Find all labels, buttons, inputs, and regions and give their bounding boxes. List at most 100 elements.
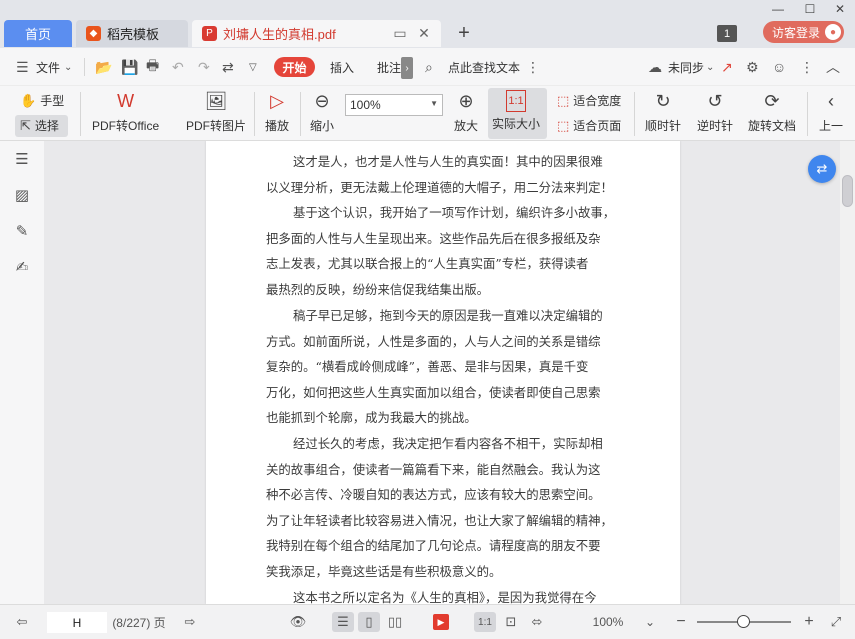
thumbnail-icon[interactable]: ▨ [12,185,32,205]
rotate-clockwise-button[interactable]: ↻ 顺时针 [645,88,681,134]
tab-template-label: 稻壳模板 [107,27,160,42]
sync-status[interactable]: 未同步 [668,56,704,78]
tab-document[interactable]: P 刘墉人生的真相.pdf ▭ ✕ [192,20,441,47]
redo-icon[interactable]: ↷ [198,56,210,78]
cloud-sync-icon[interactable]: ☁ [648,56,662,78]
text-line: 最热烈的反映，纷纷来信促我结集出版。 [266,281,490,297]
fit-width-button[interactable]: ⬚ 适合宽度 [557,92,621,109]
text-line: 复杂的。“横看成岭侧成峰”，善恶、是非与因果，真是千变 [266,359,589,375]
select-tool-button[interactable]: ⇱ 选择 [20,117,59,134]
double-page-view-icon[interactable]: ▯▯ [384,612,406,632]
zoom-out-button[interactable]: ⊖ 缩小 [309,88,335,134]
fit-width-status-icon[interactable]: ⬄ [526,612,548,632]
visitor-login-label: 访客登录 [772,25,821,40]
zoom-out-label: 缩小 [309,119,334,133]
text-line: 我特别在每个组合的结尾加了几句论点。请程度高的朋友不要 [266,538,601,554]
zoom-minus-icon[interactable]: − [672,612,690,632]
avatar-icon: ● [825,24,841,40]
search-icon[interactable]: ⌕ [425,56,433,78]
zoom-in-icon: ⊕ [458,90,474,111]
open-folder-icon[interactable]: 📂 [95,56,112,78]
tab-bar: 首页 ◆ 稻壳模板 P 刘墉人生的真相.pdf ▭ ✕ + — ☐ ✕ 1 访客… [0,0,855,48]
menu-file[interactable]: 文件 [36,56,60,78]
sync-dropdown-icon[interactable]: ⌄ [706,56,714,78]
menu-scroll-right-icon[interactable]: › [401,57,413,79]
menu-insert[interactable]: 插入 [330,56,354,78]
fit-page-status-icon[interactable]: ⊡ [500,612,522,632]
zoom-in-button[interactable]: ⊕ 放大 [453,88,479,134]
rotate-counterclockwise-icon: ↺ [707,90,723,111]
zoom-select[interactable]: 100% ▼ [345,94,443,116]
close-tab-icon[interactable]: ✕ [414,20,434,47]
fit-page-button[interactable]: ⬚ 适合页面 [557,117,621,134]
share-icon[interactable]: ↗ [721,56,733,78]
print-icon[interactable]: 🖶 [146,56,159,78]
save-icon[interactable]: 💾 [121,56,138,78]
actual-size-status-icon[interactable]: 1:1 [474,612,496,632]
fit-width-label: 适合宽度 [573,94,622,108]
hand-tool-button[interactable]: ✋ 手型 [20,92,64,109]
tab-document-label: 刘墉人生的真相.pdf [223,27,336,42]
single-page-view-icon[interactable]: ▯ [358,612,380,632]
text-line: 为了让年轻读者比较容易进入情况，也让大家了解编辑的精神， [266,512,611,528]
zoom-slider-knob[interactable] [737,615,750,628]
text-line: 万化，如何把这些人生真实面加以组合，使读者即使自己思索 [266,384,601,400]
play-slideshow-icon[interactable]: ▶ [430,612,452,632]
close-window-icon[interactable]: ✕ [826,0,854,18]
new-tab-button[interactable]: + [452,20,476,47]
settings-gear-icon[interactable]: ⚙ [746,56,759,78]
reading-mode-eye-icon[interactable]: 👁 [287,612,309,632]
rotate-counterclockwise-button[interactable]: ↺ 逆时针 [697,88,733,134]
page-info: (8/227) 页 [112,615,166,630]
previous-page-arrow-icon[interactable]: ⇦ [12,612,32,632]
hand-icon: ✋ [20,92,37,108]
collapse-ribbon-chevron-icon[interactable]: ︿ [826,56,840,78]
play-button[interactable]: ▷ 播放 [264,88,290,134]
more-menu-icon[interactable]: ⋮ [800,56,814,78]
menu-bar: ☰ 文件 ⌄ 📂 💾 🖶 ↶ ↷ ⇄ ▽ 开始 插入 批注 › ⌕ 点此查找文本… [0,48,855,86]
find-text-button[interactable]: 点此查找文本 [448,56,520,78]
zoom-slider[interactable] [697,615,791,628]
minimize-icon[interactable]: — [764,0,792,18]
pdf-to-image-button[interactable]: 🖼 PDF转图片 [186,88,246,134]
zoom-dropdown-icon[interactable]: ⌄ [642,612,658,632]
next-page-arrow-icon[interactable]: ⇨ [180,612,200,632]
more-options-icon[interactable]: ⋮ [526,56,540,78]
annotation-pen-icon[interactable]: ✎ [12,221,32,241]
menu-start[interactable]: 开始 [274,57,315,77]
vertical-scrollbar[interactable] [840,141,855,604]
hamburger-menu-icon[interactable]: ☰ [16,56,29,78]
pdf-page[interactable]: 这才是人，也才是人性与人生的真实面！其中的因果很难 以义理分析，更无法戴上伦理道… [206,141,680,604]
fit-page-icon: ⬚ [557,117,570,133]
page-number-input[interactable] [47,612,107,633]
rotate-document-label: 旋转文档 [748,119,797,133]
feedback-icon[interactable]: ☺ [772,56,786,78]
continuous-view-icon[interactable]: ☰ [332,612,354,632]
file-dropdown-chevron-icon[interactable]: ⌄ [64,56,72,78]
rotate-document-button[interactable]: ⟳ 旋转文档 [748,88,796,134]
menu-annotate[interactable]: 批注 [377,56,401,78]
document-canvas[interactable]: 这才是人，也才是人性与人生的真实面！其中的因果很难 以义理分析，更无法戴上伦理道… [44,141,840,604]
fit-page-label: 适合页面 [573,119,622,133]
floating-convert-icon[interactable]: ⇄ [808,155,836,183]
text-line: 稿子早已足够，拖到今天的原因是我一直难以决定编辑的 [293,308,603,323]
window-mode-icon[interactable]: ▭ [390,20,410,47]
outline-icon[interactable]: ☰ [12,149,32,169]
maximize-icon[interactable]: ☐ [796,0,824,18]
scrollbar-thumb[interactable] [842,175,853,207]
actual-size-button[interactable]: 1:1 实际大小 [492,88,540,132]
zoom-percentage[interactable]: 100% [582,612,634,632]
tab-home[interactable]: 首页 [4,20,72,47]
fullscreen-icon[interactable]: ⤢ [825,612,847,632]
undo-icon[interactable]: ↶ [172,56,184,78]
tab-count-badge[interactable]: 1 [717,25,737,42]
pdf-to-office-button[interactable]: W PDF转Office [92,88,159,134]
previous-page-button[interactable]: ‹ 上一 [818,88,844,134]
convert-icon[interactable]: ⇄ [222,56,234,78]
quick-access-dropdown-icon[interactable]: ▽ [249,56,257,78]
signature-icon[interactable]: ✍ [12,257,32,277]
tab-template[interactable]: ◆ 稻壳模板 [76,20,188,47]
zoom-plus-icon[interactable]: + [800,612,818,632]
visitor-login-button[interactable]: 访客登录 ● [763,21,844,43]
left-side-panel: ☰ ▨ ✎ ✍ [0,141,44,604]
